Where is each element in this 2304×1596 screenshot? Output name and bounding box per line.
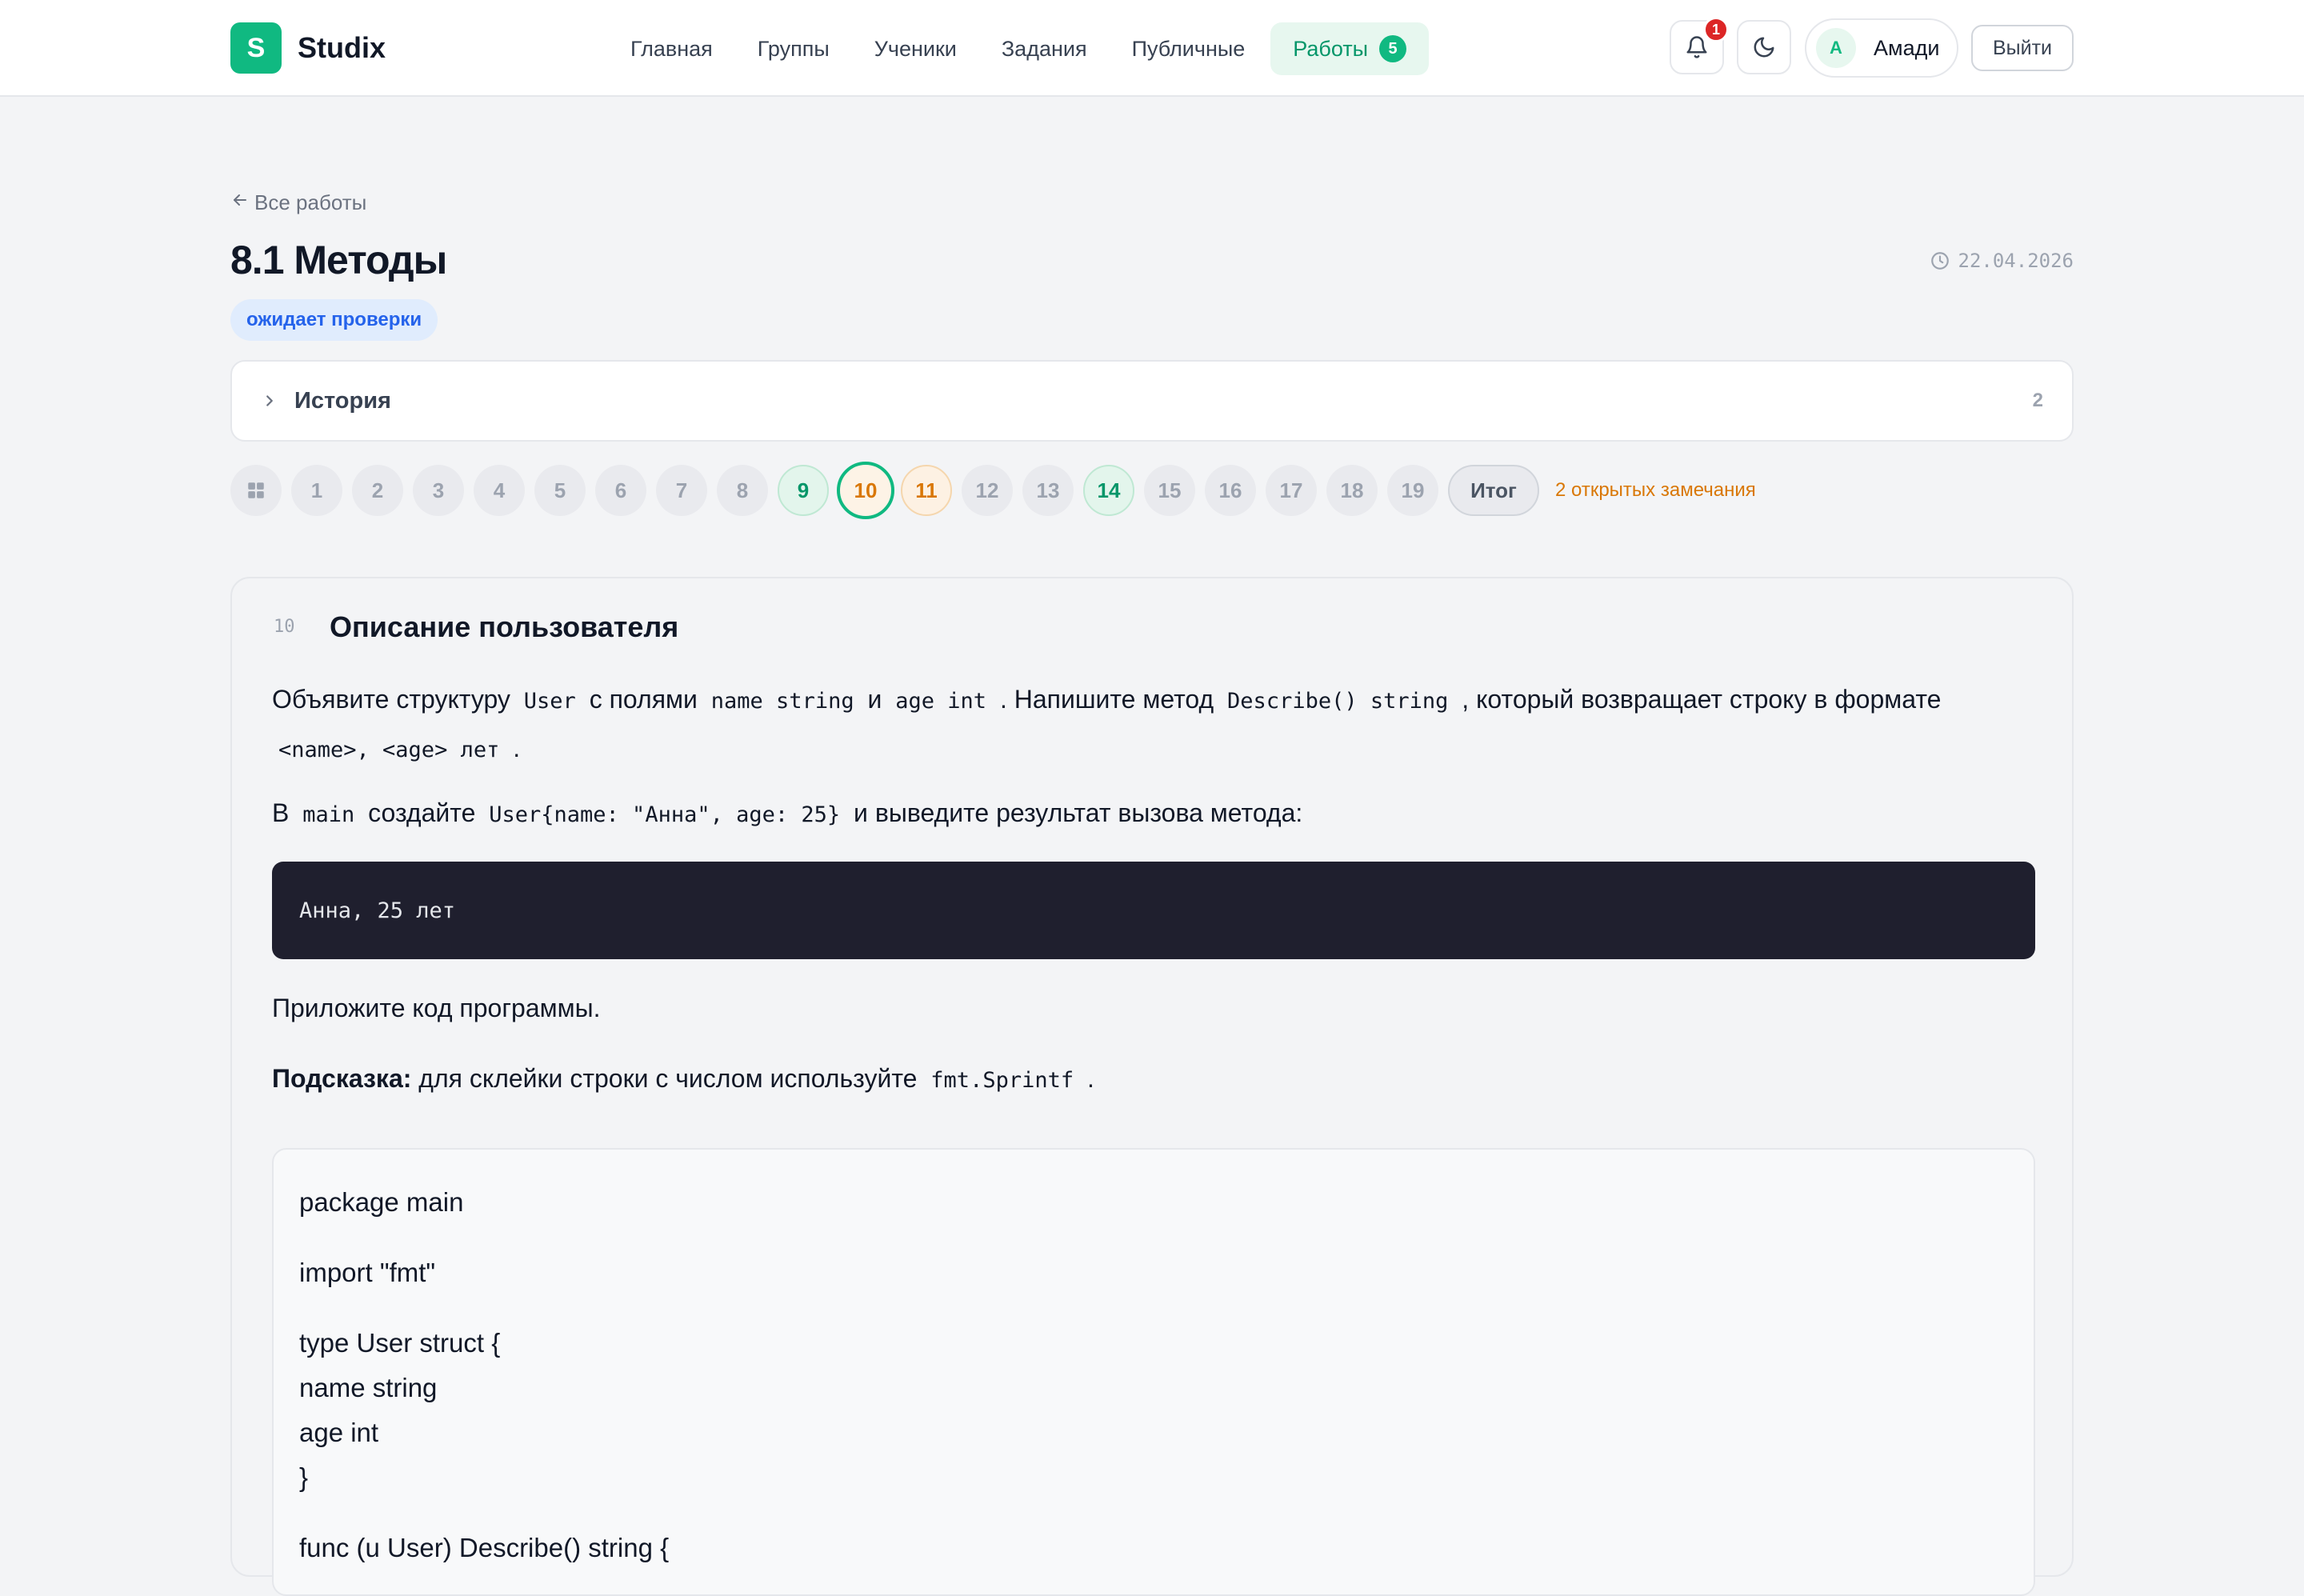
- step-14[interactable]: 14: [1083, 465, 1134, 516]
- nav-public[interactable]: Публичные: [1110, 22, 1268, 75]
- top-bar: S Studix Главная Группы Ученики Задания …: [0, 0, 2304, 97]
- task-number: 10: [274, 617, 295, 637]
- text: , который возвращает строку в формате: [1462, 685, 1942, 714]
- step-16[interactable]: 16: [1205, 465, 1256, 516]
- text: и: [867, 685, 882, 714]
- open-notes-link[interactable]: 2 открытых замечания: [1555, 479, 1756, 502]
- code-line: age int: [299, 1418, 379, 1447]
- hint-label: Подсказка:: [272, 1064, 412, 1093]
- step-4[interactable]: 4: [474, 465, 525, 516]
- logout-button[interactable]: Выйти: [1971, 25, 2074, 71]
- inline-code: Describe() string: [1227, 689, 1449, 714]
- step-8[interactable]: 8: [717, 465, 768, 516]
- text: .: [513, 734, 521, 762]
- code-line: }: [299, 1462, 309, 1492]
- arrow-left-icon: [230, 190, 250, 215]
- step-15[interactable]: 15: [1144, 465, 1195, 516]
- clock-icon: [1930, 252, 1949, 270]
- grid-icon: [248, 482, 264, 498]
- step-2[interactable]: 2: [352, 465, 403, 516]
- task-title: Описание пользователя: [330, 610, 679, 643]
- task-stepper: 1 2 3 4 5 6 7 8 9 10 11 12 13 14 15 16 1…: [230, 462, 1756, 519]
- text: создайте: [368, 798, 476, 827]
- back-link[interactable]: Все работы: [230, 190, 366, 215]
- code-line: func (u User) Describe() string {: [299, 1533, 670, 1562]
- step-13[interactable]: 13: [1022, 465, 1074, 516]
- step-9[interactable]: 9: [778, 465, 829, 516]
- text: с полями: [589, 685, 698, 714]
- code-gap: [299, 1295, 2008, 1321]
- task-description-2: В main создайте User{name: "Анна", age: …: [272, 790, 2032, 838]
- step-10[interactable]: 10: [837, 462, 894, 519]
- text: Объявите структуру: [272, 685, 510, 714]
- task-description-1: Объявите структуру User с полями name st…: [272, 676, 2032, 774]
- back-link-label: Все работы: [254, 190, 367, 214]
- avatar: A: [1816, 28, 1856, 68]
- nav-home[interactable]: Главная: [608, 22, 735, 75]
- logo-mark: S: [230, 22, 282, 74]
- steps-grid-button[interactable]: [230, 465, 282, 516]
- task-card: 10 Описание пользователя Объявите структ…: [230, 577, 2074, 1596]
- nav-students[interactable]: Ученики: [852, 22, 979, 75]
- code-line: package main: [299, 1187, 464, 1217]
- logo[interactable]: S Studix: [230, 22, 386, 74]
- nav-works-badge: 5: [1379, 35, 1407, 62]
- step-3[interactable]: 3: [413, 465, 464, 516]
- nav-works[interactable]: Работы 5: [1270, 22, 1430, 75]
- step-18[interactable]: 18: [1326, 465, 1378, 516]
- theme-toggle-button[interactable]: [1737, 20, 1791, 74]
- history-count: 2: [2032, 390, 2043, 411]
- step-7[interactable]: 7: [656, 465, 707, 516]
- moon-icon: [1754, 37, 1774, 58]
- step-6[interactable]: 6: [595, 465, 646, 516]
- task-description-3: Приложите код программы.: [272, 994, 601, 1022]
- inline-code: main: [302, 802, 355, 827]
- nav-tasks[interactable]: Задания: [979, 22, 1110, 75]
- inline-code: User: [523, 689, 576, 714]
- history-panel[interactable]: История 2: [230, 360, 2074, 442]
- inline-code: fmt.Sprintf: [930, 1068, 1074, 1093]
- step-12[interactable]: 12: [962, 465, 1013, 516]
- submitted-code[interactable]: package main import "fmt" type User stru…: [272, 1148, 2035, 1596]
- chevron-right-icon: [266, 395, 273, 406]
- logo-text: Studix: [298, 31, 386, 64]
- user-name: Амади: [1874, 35, 1940, 60]
- expected-output: Анна, 25 лет: [272, 862, 2035, 959]
- submission-date: 22.04.2026: [1930, 250, 2074, 272]
- step-19[interactable]: 19: [1387, 465, 1438, 516]
- step-17[interactable]: 17: [1266, 465, 1317, 516]
- notifications-badge: 1: [1703, 17, 1729, 42]
- code-gap: [299, 1500, 2008, 1526]
- main-nav: Главная Группы Ученики Задания Публичные…: [608, 22, 1430, 75]
- inline-code: age int: [895, 689, 987, 714]
- step-1[interactable]: 1: [291, 465, 342, 516]
- text: для склейки строки с числом используйте: [418, 1064, 918, 1093]
- date-text: 22.04.2026: [1958, 250, 2074, 272]
- bell-icon: [1686, 36, 1707, 58]
- code-line: type User struct {: [299, 1328, 501, 1358]
- status-badge: ожидает проверки: [230, 299, 438, 341]
- text: В: [272, 798, 290, 827]
- text: . Напишите метод: [999, 685, 1214, 714]
- notifications-button[interactable]: 1: [1670, 17, 1729, 74]
- step-11[interactable]: 11: [901, 465, 952, 516]
- history-label: История: [294, 387, 391, 414]
- step-total[interactable]: Итог: [1448, 465, 1539, 516]
- inline-code: name string: [710, 689, 854, 714]
- inline-code: <name>, <age> лет: [278, 738, 500, 762]
- text: и выведите результат вызова метода:: [854, 798, 1303, 827]
- code-line: import "fmt": [299, 1258, 436, 1287]
- text: .: [1087, 1064, 1094, 1093]
- nav-works-label: Работы: [1293, 36, 1369, 61]
- user-menu[interactable]: A Амади: [1805, 18, 1958, 78]
- task-hint: Подсказка: для склейки строки с числом и…: [272, 1055, 2032, 1104]
- page-title: 8.1 Методы: [230, 238, 447, 282]
- nav-groups[interactable]: Группы: [735, 22, 852, 75]
- step-5[interactable]: 5: [534, 465, 586, 516]
- code-gap: [299, 1225, 2008, 1250]
- code-line: name string: [299, 1373, 438, 1402]
- inline-code: User{name: "Анна", age: 25}: [489, 802, 841, 827]
